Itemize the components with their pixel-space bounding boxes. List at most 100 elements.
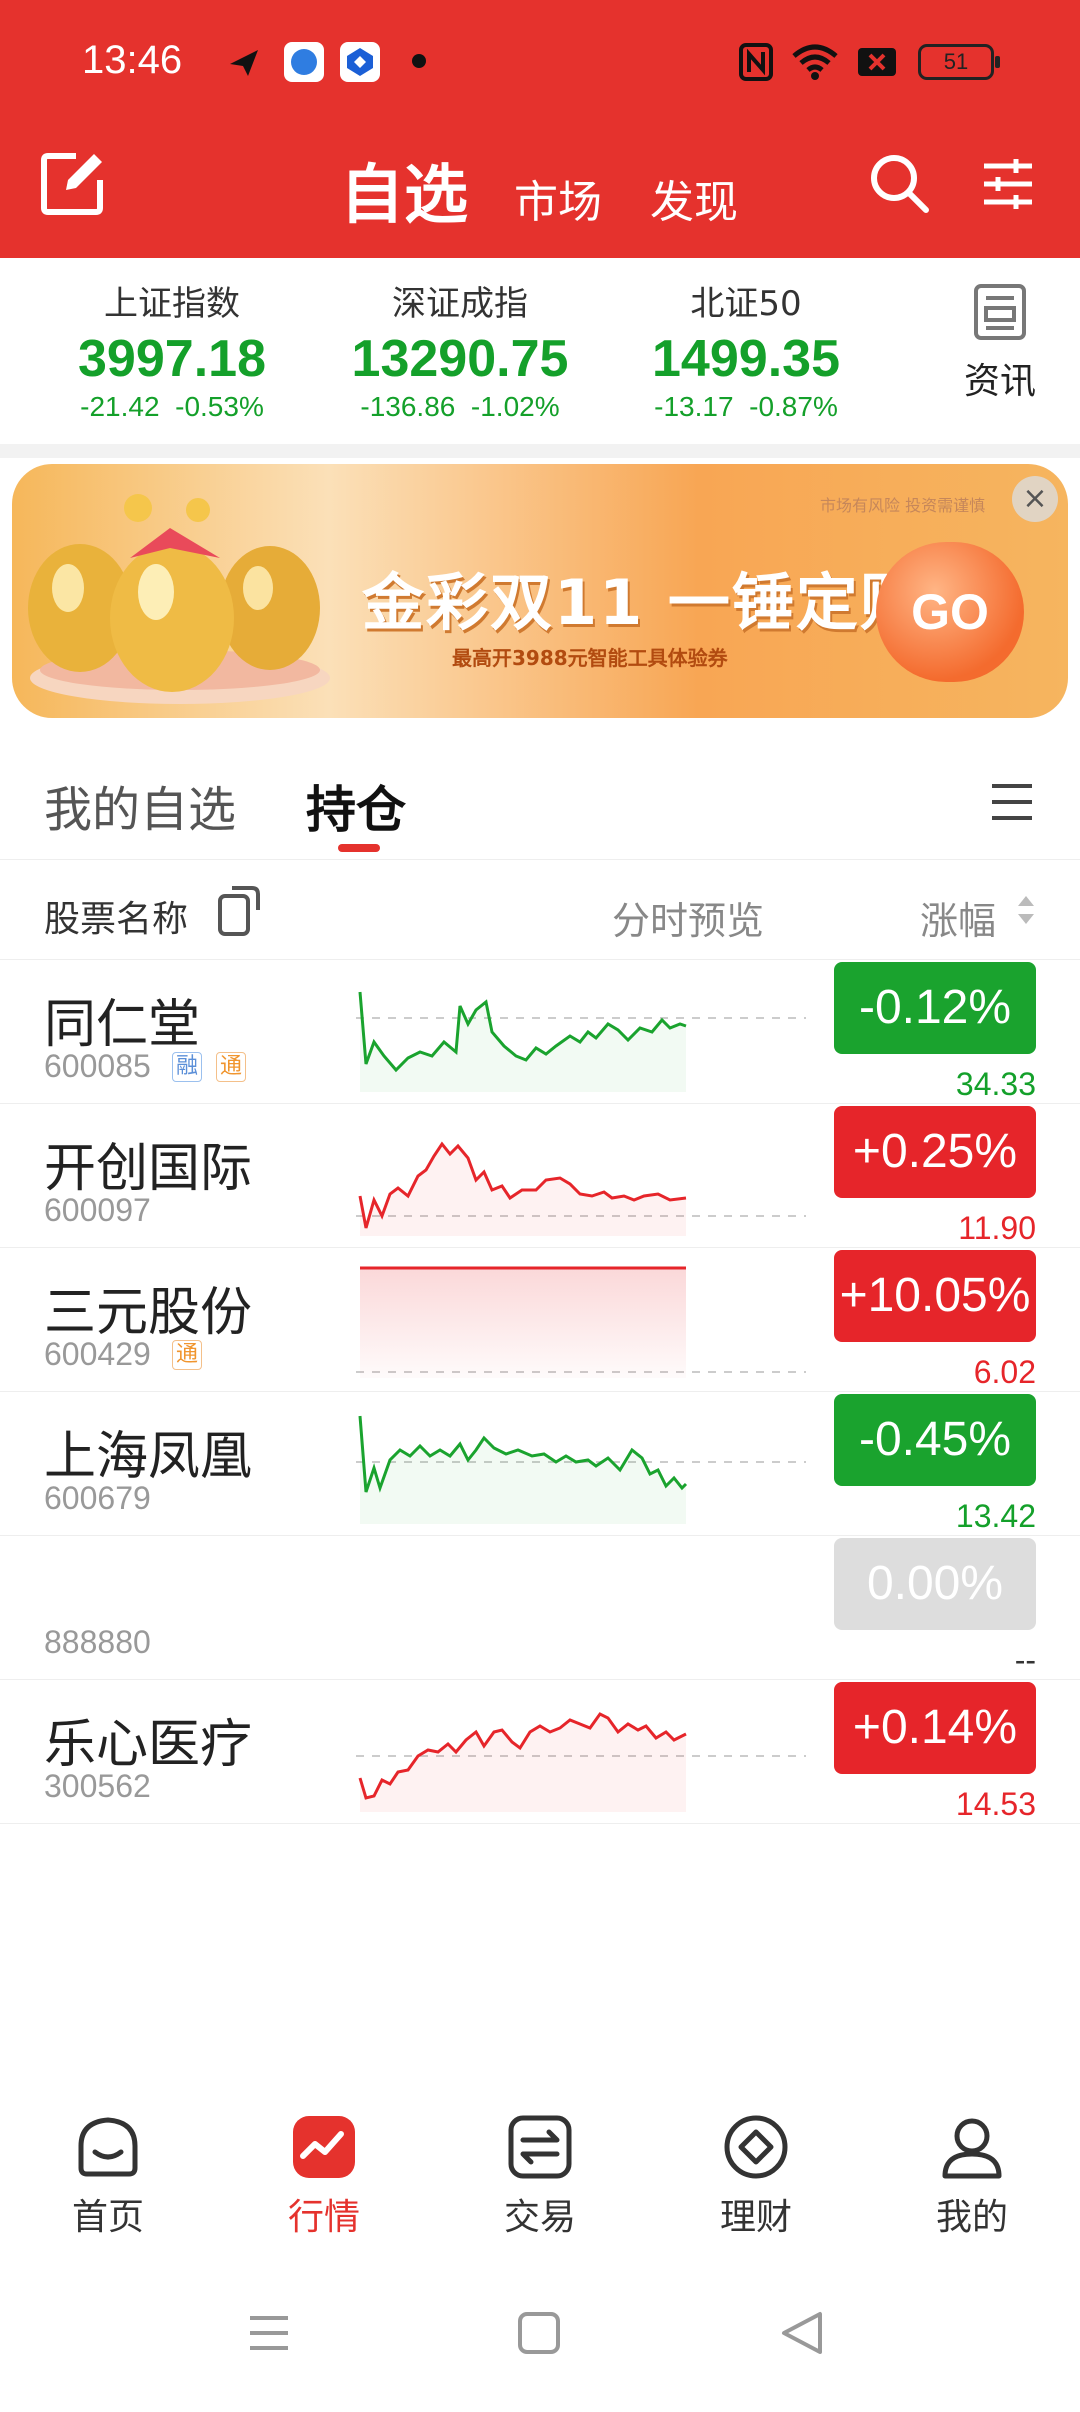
intraday-sparkline <box>356 1712 806 1812</box>
stock-code: 888880 <box>44 1624 151 1660</box>
stock-row[interactable]: 乐心医疗 300562 +0.14% 14.53 <box>0 1680 1080 1824</box>
banner-title: 金彩双11 一锤定财 <box>362 566 924 639</box>
stock-name: 上海凤凰 <box>44 1427 253 1487</box>
stock-row[interactable]: 三元股份 600429 通 +10.05% 6.02 <box>0 1248 1080 1392</box>
market-chart-icon <box>293 2116 355 2178</box>
intraday-sparkline <box>356 1266 806 1378</box>
change-badge: 0.00% <box>834 1538 1036 1630</box>
search-icon[interactable] <box>866 150 932 216</box>
nav-market[interactable]: 行情 <box>254 2112 394 2240</box>
stock-price: 34.33 <box>955 1066 1036 1102</box>
change-badge: -0.12% <box>834 962 1036 1054</box>
stock-price: 6.02 <box>973 1354 1036 1390</box>
top-nav: 自选 市场 发现 <box>0 130 1080 240</box>
index-name: 上证指数 <box>104 284 240 324</box>
no-sim-icon <box>858 48 896 76</box>
tab-watchlist[interactable]: 自选 <box>340 144 468 236</box>
edit-icon[interactable] <box>38 148 108 218</box>
tab-discover[interactable]: 发现 <box>650 166 738 230</box>
switch-copy-icon[interactable] <box>216 882 262 938</box>
nav-label: 理财 <box>719 2197 792 2238</box>
menu-icon[interactable] <box>990 782 1034 822</box>
wifi-icon <box>792 44 838 80</box>
battery-indicator: 51 <box>918 44 1000 80</box>
stock-price: 11.90 <box>958 1210 1036 1246</box>
index-name: 深证成指 <box>392 284 528 324</box>
trade-icon <box>508 2115 572 2179</box>
stock-row[interactable]: 开创国际 600097 +0.25% 11.90 <box>0 1104 1080 1248</box>
intraday-sparkline <box>356 991 806 1092</box>
app-notification-icon <box>284 42 324 82</box>
list-tabs: 我的自选 持仓 <box>0 730 1080 860</box>
stock-row[interactable]: 上海凤凰 600679 -0.45% 13.42 <box>0 1392 1080 1536</box>
column-header: 股票名称 分时预览 涨幅 <box>0 860 1080 960</box>
tab-holdings[interactable]: 持仓 <box>306 770 406 842</box>
index-change: -13.17 -0.87% <box>654 391 838 422</box>
connect-tag: 通 <box>216 1052 246 1082</box>
tab-my-watchlist[interactable]: 我的自选 <box>44 770 236 840</box>
index-price: 1499.35 <box>652 330 840 388</box>
section-divider <box>0 444 1080 458</box>
connect-tag: 通 <box>172 1340 202 1370</box>
sort-icon[interactable] <box>1016 890 1036 930</box>
index-strip: 上证指数 3997.18 -21.42 -0.53% 深证成指 13290.75… <box>0 258 1080 444</box>
recent-apps-icon[interactable] <box>246 2310 292 2356</box>
banner-close-icon[interactable]: × <box>1012 476 1058 522</box>
stock-code: 300562 <box>44 1768 151 1804</box>
stock-name: 三元股份 <box>44 1283 253 1343</box>
nav-profile[interactable]: 我的 <box>902 2112 1042 2240</box>
tab-market[interactable]: 市场 <box>514 166 602 230</box>
settings-sliders-icon[interactable] <box>980 156 1036 212</box>
nav-home[interactable]: 首页 <box>38 2112 178 2240</box>
stock-price: 13.42 <box>955 1498 1036 1534</box>
send-icon <box>230 50 258 76</box>
intraday-sparkline <box>356 1141 806 1236</box>
back-icon[interactable] <box>780 2310 826 2356</box>
index-sz[interactable]: 深证成指 13290.75 -136.86 -1.02% <box>330 276 590 423</box>
index-sh[interactable]: 上证指数 3997.18 -21.42 -0.53% <box>42 276 302 423</box>
stock-list: 同仁堂 600085 融 通 -0.12% 34.33 开创国际 600097 … <box>0 960 1080 1824</box>
change-badge: +0.25% <box>834 1106 1036 1198</box>
stock-code: 600429 <box>44 1336 151 1372</box>
status-bar: 13:46 51 <box>0 30 1080 94</box>
stock-name: 开创国际 <box>44 1139 253 1199</box>
column-change[interactable]: 涨幅 <box>920 890 996 945</box>
change-badge: +0.14% <box>834 1682 1036 1774</box>
index-price: 3997.18 <box>78 330 266 388</box>
nav-label: 行情 <box>287 2197 360 2238</box>
stock-code: 600085 <box>44 1048 151 1084</box>
nav-label: 我的 <box>935 2197 1008 2238</box>
column-stock-name: 股票名称 <box>44 899 189 940</box>
nav-label: 交易 <box>503 2197 576 2238</box>
golden-eggs-illustration <box>28 494 330 704</box>
more-notifications-dot <box>412 54 426 68</box>
news-button[interactable]: 资讯 <box>950 282 1050 404</box>
news-label: 资讯 <box>963 361 1036 402</box>
header-bar: 13:46 51 自选 市场 发现 <box>0 0 1080 258</box>
banner-risk-note: 市场有风险 投资需谨慎 <box>820 496 986 515</box>
home-square-icon[interactable] <box>516 2310 562 2356</box>
stock-price: -- <box>1014 1642 1036 1678</box>
stock-code: 600679 <box>44 1480 151 1516</box>
index-bz50[interactable]: 北证50 1499.35 -13.17 -0.87% <box>616 276 876 423</box>
profile-icon <box>942 2118 1002 2179</box>
app-notification-icon-2 <box>340 42 380 82</box>
stock-row[interactable]: 同仁堂 600085 融 通 -0.12% 34.33 <box>0 960 1080 1104</box>
index-price: 13290.75 <box>351 330 569 388</box>
column-intraday-preview[interactable]: 分时预览 <box>612 890 764 945</box>
stock-row[interactable]: 888880 0.00% -- <box>0 1536 1080 1680</box>
nav-trade[interactable]: 交易 <box>470 2112 610 2240</box>
margin-tag: 融 <box>172 1052 202 1082</box>
promo-banner[interactable]: 金彩双11 一锤定财 最高开3988元智能工具体验券 市场有风险 投资需谨慎 G… <box>12 464 1068 718</box>
stock-name: 同仁堂 <box>44 995 201 1055</box>
home-icon <box>78 2117 138 2177</box>
banner-subtitle: 最高开3988元智能工具体验券 <box>452 646 728 670</box>
stock-name: 乐心医疗 <box>44 1715 253 1775</box>
intraday-sparkline <box>356 1415 806 1524</box>
nav-finance[interactable]: 理财 <box>686 2112 826 2240</box>
stock-code: 600097 <box>44 1192 151 1228</box>
banner-go-button[interactable]: GO <box>876 542 1024 682</box>
nfc-icon <box>739 43 773 81</box>
news-icon <box>974 284 1026 340</box>
change-badge: -0.45% <box>834 1394 1036 1486</box>
